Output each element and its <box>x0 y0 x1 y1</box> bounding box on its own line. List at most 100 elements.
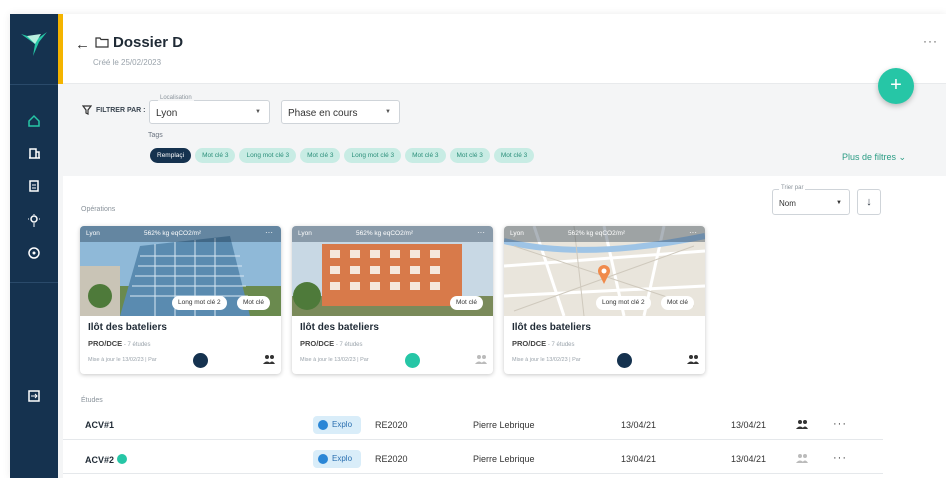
card-studies-count: - 7 études <box>334 342 363 348</box>
avatar <box>405 353 420 368</box>
study-date: 13/04/21 <box>731 420 767 430</box>
card-title: Ilôt des bateliers <box>88 322 167 333</box>
study-person: Pierre Lebrique <box>473 454 535 464</box>
page-title: Dossier D <box>113 34 184 51</box>
main-content: Opérations Trier par Nom ▼ ↓ Lyon 562% k… <box>63 176 946 478</box>
studies-label: Études <box>81 397 103 404</box>
tag-chip[interactable]: Long mot clé 3 <box>344 148 402 163</box>
card-more-icon[interactable]: ··· <box>265 228 273 237</box>
status-badge-label: Explo <box>332 454 353 463</box>
sort-select[interactable]: Trier par Nom ▼ <box>772 185 850 215</box>
card-tag: Mot clé <box>450 296 483 310</box>
users-icon[interactable] <box>796 419 808 430</box>
table-row[interactable]: ACV#2 Explo RE2020 Pierre Lebrique 13/04… <box>63 444 883 474</box>
phase-select-value: Phase en cours <box>288 108 358 119</box>
building-icon[interactable] <box>24 143 44 163</box>
more-options-icon[interactable]: ··· <box>923 34 938 48</box>
filter-label-text: FILTRER PAR : <box>96 106 146 114</box>
status-badge: Explo <box>313 450 361 468</box>
help-icon[interactable] <box>24 243 44 263</box>
operations-label: Opérations <box>81 206 116 213</box>
study-date: 13/04/21 <box>731 454 767 464</box>
row-more-icon[interactable]: ··· <box>833 418 847 430</box>
card-title: Ilôt des bateliers <box>300 322 379 333</box>
lightbulb-icon[interactable] <box>24 210 44 230</box>
chevron-down-icon: ▼ <box>836 200 842 206</box>
sort-select-value: Nom <box>779 199 796 208</box>
location-select[interactable]: Localisation Lyon ▼ <box>149 95 270 124</box>
sidebar <box>10 14 58 478</box>
card-tag: Mot clé <box>661 296 694 310</box>
tag-chip[interactable]: Remplaçi <box>150 148 192 163</box>
study-date: 13/04/21 <box>621 420 657 430</box>
more-filters-link[interactable]: Plus de filtres ⌄ <box>842 152 906 163</box>
card-topbar: Lyon 562% kg eqCO2/m² ··· <box>504 226 705 242</box>
card-tag: Long mot clé 2 <box>596 296 651 310</box>
back-arrow-icon[interactable]: ← <box>75 36 90 53</box>
operation-card[interactable]: Lyon 562% kg eqCO2/m² ··· Mot clé Ilôt d… <box>292 226 493 374</box>
card-phase: PRO/DCE - 7 études <box>300 339 363 348</box>
sidebar-divider <box>10 84 58 85</box>
tag-chip[interactable]: Mot clé 3 <box>300 148 341 163</box>
sort-direction-button[interactable]: ↓ <box>857 189 881 215</box>
card-topbar: Lyon 562% kg eqCO2/m² ··· <box>292 226 493 242</box>
app-window: ← Dossier D Créé le 25/02/2023 ··· + FIL… <box>10 14 946 478</box>
card-co2-value: 562% kg eqCO2/m² <box>568 230 626 237</box>
card-phase-value: PRO/DCE <box>88 339 123 348</box>
folder-icon <box>95 37 109 48</box>
users-icon[interactable] <box>687 354 699 365</box>
card-location: Lyon <box>510 230 524 237</box>
study-norm: RE2020 <box>375 420 408 430</box>
table-row[interactable]: ACV#1 Explo RE2020 Pierre Lebrique 13/04… <box>63 410 883 440</box>
compass-icon <box>318 454 328 464</box>
study-date: 13/04/21 <box>621 454 657 464</box>
card-phase-value: PRO/DCE <box>512 339 547 348</box>
card-phase-value: PRO/DCE <box>300 339 335 348</box>
card-title: Ilôt des bateliers <box>512 322 591 333</box>
users-icon[interactable] <box>263 354 275 365</box>
phase-select[interactable]: Phase en cours ▼ <box>281 100 400 124</box>
users-icon[interactable] <box>796 453 808 464</box>
tag-chip[interactable]: Mot clé 3 <box>195 148 236 163</box>
tag-list: Remplaçi Mot clé 3 Long mot clé 3 Mot cl… <box>150 148 535 163</box>
add-button[interactable]: + <box>878 68 914 104</box>
chevron-down-icon: ▼ <box>385 109 391 115</box>
filter-label: FILTRER PAR : <box>82 105 146 115</box>
avatar <box>617 353 632 368</box>
compass-icon <box>318 420 328 430</box>
page-header: ← Dossier D Créé le 25/02/2023 ··· <box>63 14 946 84</box>
study-name-text: ACV#2 <box>85 455 115 465</box>
tag-chip[interactable]: Long mot clé 3 <box>239 148 297 163</box>
verified-icon <box>116 454 127 464</box>
status-badge-label: Explo <box>332 420 353 429</box>
tag-chip[interactable]: Mot clé 3 <box>449 148 490 163</box>
card-studies-count: - 7 études <box>122 342 151 348</box>
logo-bird-icon[interactable] <box>19 30 49 58</box>
tag-chip[interactable]: Mot clé 3 <box>405 148 446 163</box>
sidebar-divider <box>10 282 58 283</box>
chevron-down-icon: ▼ <box>255 109 261 115</box>
card-co2-value: 562% kg eqCO2/m² <box>356 230 414 237</box>
status-badge: Explo <box>313 416 361 434</box>
tag-chip[interactable]: Mot clé 3 <box>493 148 535 163</box>
location-select-value: Lyon <box>156 108 178 119</box>
avatar <box>193 353 208 368</box>
logout-icon[interactable] <box>24 386 44 406</box>
card-co2-value: 562% kg eqCO2/m² <box>144 230 202 237</box>
card-phase: PRO/DCE - 7 études <box>512 339 575 348</box>
card-more-icon[interactable]: ··· <box>477 228 485 237</box>
users-icon[interactable] <box>475 354 487 365</box>
home-icon[interactable] <box>24 111 44 131</box>
operation-card[interactable]: Lyon 562% kg eqCO2/m² ··· Long mot clé 2… <box>80 226 281 374</box>
card-more-icon[interactable]: ··· <box>689 228 697 237</box>
study-person: Pierre Lebrique <box>473 420 535 430</box>
operation-card[interactable]: Lyon 562% kg eqCO2/m² ··· Long mot clé 2… <box>504 226 705 374</box>
card-location: Lyon <box>86 230 100 237</box>
sort-select-label: Trier par <box>779 185 806 191</box>
card-studies-count: - 7 études <box>546 342 575 348</box>
row-more-icon[interactable]: ··· <box>833 452 847 464</box>
document-icon[interactable] <box>24 176 44 196</box>
card-topbar: Lyon 562% kg eqCO2/m² ··· <box>80 226 281 242</box>
location-select-label: Localisation <box>158 95 194 101</box>
card-tag: Mot clé <box>237 296 270 310</box>
